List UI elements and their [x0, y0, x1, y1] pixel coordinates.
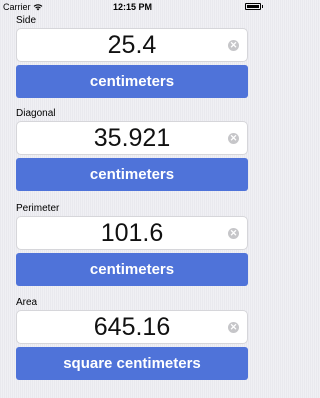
diagonal-field[interactable]: 35.921 ✕ [16, 121, 248, 155]
side-label: Side [16, 15, 37, 26]
area-value[interactable]: 645.16 [17, 311, 247, 343]
diagonal-label: Diagonal [16, 108, 56, 119]
status-bar: Carrier 12:15 PM [0, 0, 265, 14]
perimeter-unit-button[interactable]: centimeters [16, 253, 248, 286]
perimeter-section: Perimeter 101.6 ✕ centimeters [16, 202, 248, 286]
perimeter-field[interactable]: 101.6 ✕ [16, 216, 248, 250]
area-unit-button[interactable]: square centimeters [16, 347, 248, 380]
diagonal-unit-button[interactable]: centimeters [16, 158, 248, 191]
side-unit-button[interactable]: centimeters [16, 65, 248, 98]
clear-icon[interactable]: ✕ [228, 322, 239, 333]
status-time: 12:15 PM [112, 2, 153, 12]
side-section: Side 25.4 ✕ centimeters [16, 14, 248, 98]
battery-icon [245, 3, 263, 10]
perimeter-value[interactable]: 101.6 [17, 217, 247, 249]
clear-icon[interactable]: ✕ [228, 133, 239, 144]
perimeter-label: Perimeter [16, 203, 60, 214]
area-label: Area [16, 297, 38, 308]
clear-icon[interactable]: ✕ [228, 228, 239, 239]
side-value[interactable]: 25.4 [17, 29, 247, 61]
area-section: Area 645.16 ✕ square centimeters [16, 296, 248, 380]
area-field[interactable]: 645.16 ✕ [16, 310, 248, 344]
diagonal-section: Diagonal 35.921 ✕ centimeters [16, 107, 248, 191]
clear-icon[interactable]: ✕ [228, 40, 239, 51]
side-field[interactable]: 25.4 ✕ [16, 28, 248, 62]
diagonal-value[interactable]: 35.921 [17, 122, 247, 154]
